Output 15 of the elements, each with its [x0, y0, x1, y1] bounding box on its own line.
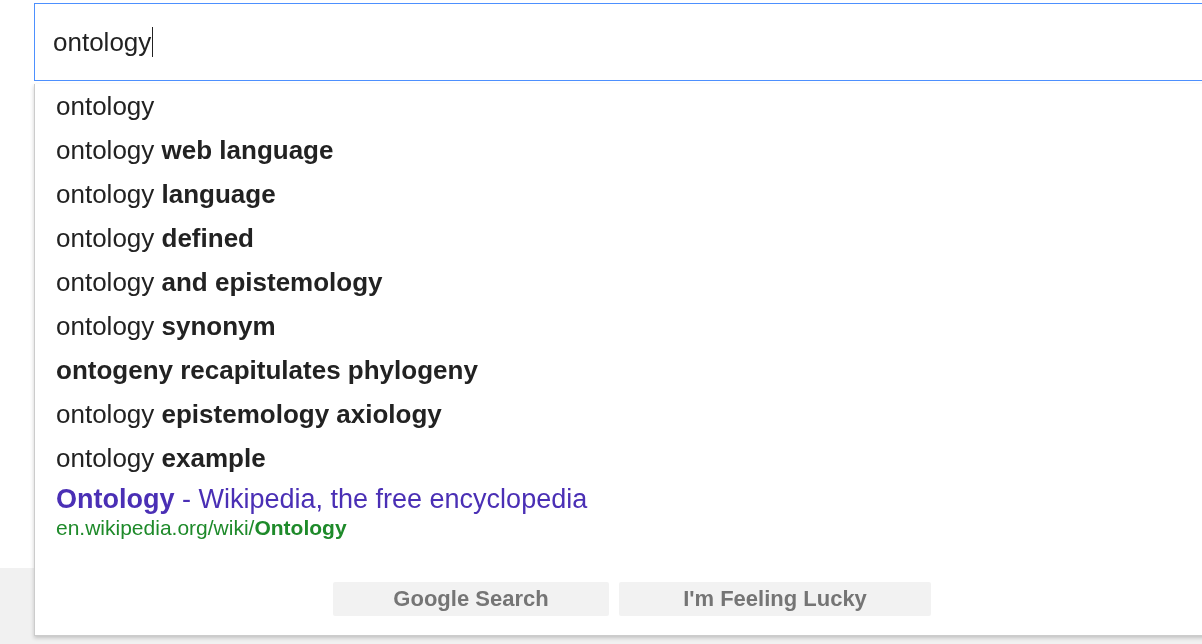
- suggestion-item[interactable]: ontology language: [35, 172, 1202, 216]
- suggestion-item[interactable]: ontogeny recapitulates phylogeny: [35, 348, 1202, 392]
- suggestion-item[interactable]: ontology and epistemology: [35, 260, 1202, 304]
- suggestion-item[interactable]: ontology example: [35, 436, 1202, 480]
- text-cursor: [152, 27, 154, 57]
- suggestion-item[interactable]: ontology: [35, 84, 1202, 128]
- suggestion-item[interactable]: ontology epistemology axiology: [35, 392, 1202, 436]
- search-field[interactable]: ontology: [34, 3, 1202, 81]
- suggestion-item[interactable]: ontology synonym: [35, 304, 1202, 348]
- suggestion-item[interactable]: ontology defined: [35, 216, 1202, 260]
- search-button[interactable]: I'm Feeling Lucky: [619, 582, 931, 616]
- result-link[interactable]: Ontology - Wikipedia, the free encyclopedia: [56, 482, 1202, 516]
- search-button[interactable]: Google Search: [333, 582, 609, 616]
- suggestion-item[interactable]: ontology web language: [35, 128, 1202, 172]
- result-url: en.wikipedia.org/wiki/Ontology: [56, 516, 348, 540]
